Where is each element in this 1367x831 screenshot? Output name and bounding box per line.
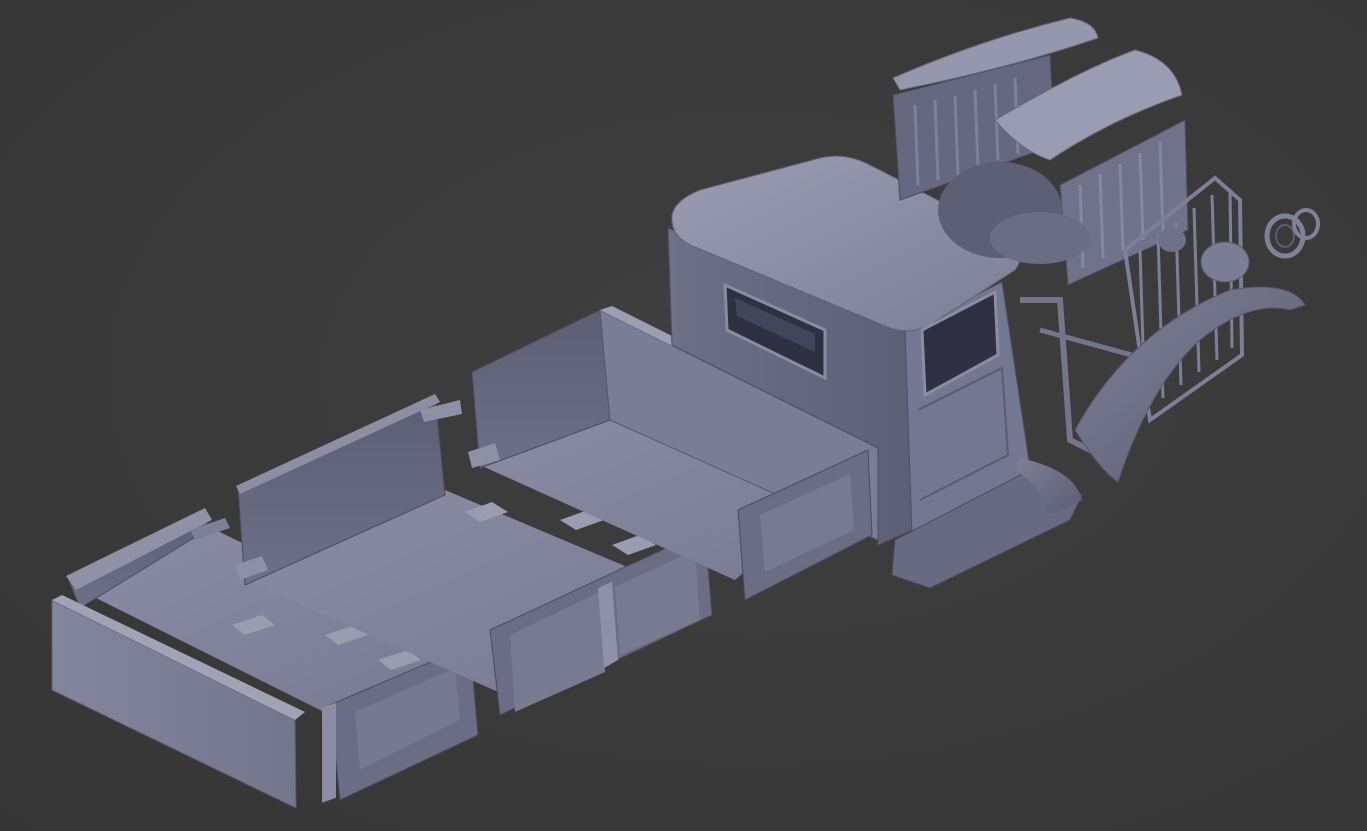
- headlight-rings: [1264, 208, 1320, 259]
- 3d-viewport[interactable]: [0, 0, 1367, 831]
- front-fender: [1074, 286, 1306, 483]
- truck-model-render: [51, 17, 1320, 809]
